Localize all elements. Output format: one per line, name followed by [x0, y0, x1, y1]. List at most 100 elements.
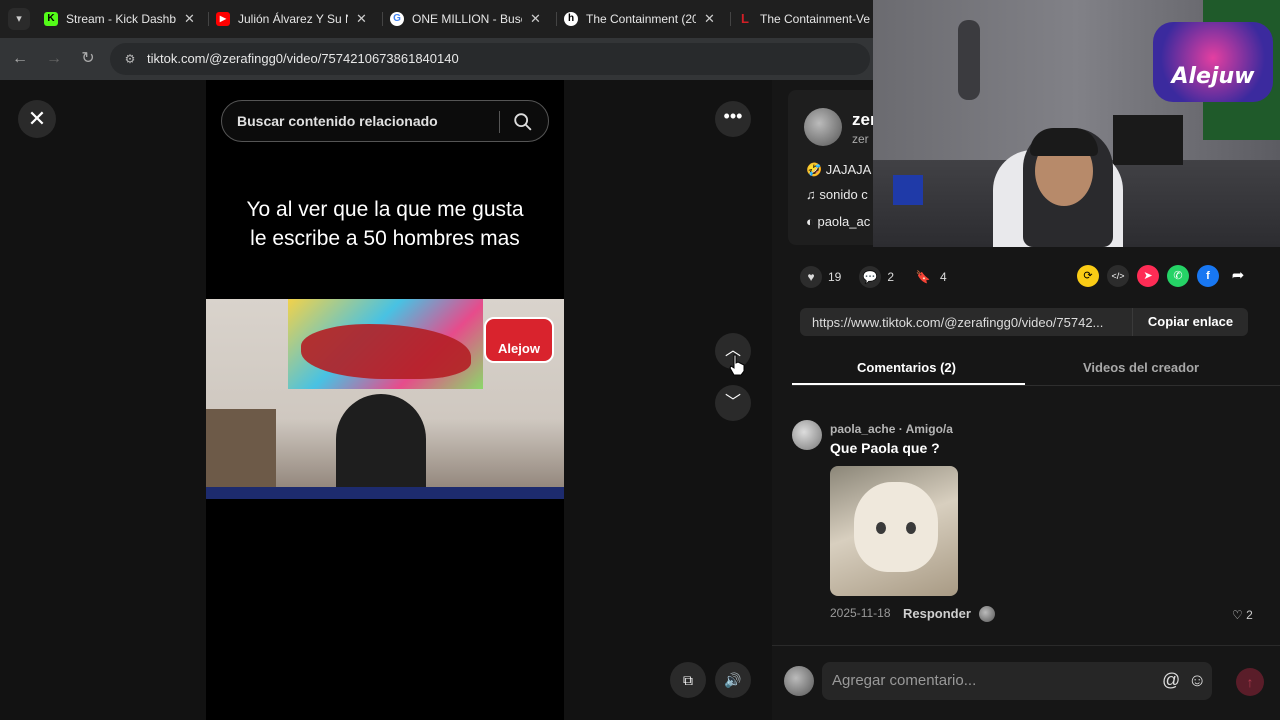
- floating-player-icon: ⧉: [683, 672, 693, 688]
- video-caption: Yo al ver que la que me gusta le escribe…: [206, 195, 564, 253]
- video-description: 🤣 JAJAJA: [806, 162, 872, 177]
- comment-icon: 💬: [859, 266, 882, 288]
- tab-title: Stream - Kick Dashbo: [66, 12, 176, 26]
- save-button[interactable]: 🔖 4: [912, 266, 947, 288]
- facebook-icon[interactable]: f: [1197, 265, 1219, 287]
- more-options-button[interactable]: •••: [715, 101, 751, 137]
- embedded-stream-clip: Alejow: [206, 299, 564, 499]
- webcam-overlay: Alejuw: [873, 0, 1280, 247]
- streamer-cap: [1030, 128, 1098, 156]
- like-button[interactable]: ♥ 19: [800, 266, 841, 288]
- tab-title: Julión Álvarez Y Su N: [238, 12, 348, 26]
- back-arrow-icon[interactable]: ←: [11, 50, 29, 68]
- active-tab-indicator: [792, 383, 1025, 385]
- heart-outline-icon: ♡: [1232, 608, 1247, 622]
- tab-google[interactable]: G ONE MILLION - Busca ✕: [390, 4, 550, 34]
- cat-face: [854, 482, 938, 572]
- video-player[interactable]: Buscar contenido relacionado Yo al ver q…: [206, 80, 564, 720]
- tab-title: The Containment (20: [586, 12, 696, 26]
- comment-like-count: 2: [1246, 608, 1253, 622]
- mention-icon[interactable]: @: [1162, 670, 1180, 691]
- caption-line: le escribe a 50 hombres mas: [250, 227, 520, 250]
- search-placeholder: Buscar contenido relacionado: [237, 113, 438, 129]
- tab-youtube[interactable]: ▶ Julión Álvarez Y Su N ✕: [216, 4, 376, 34]
- panel-tabs: Comentarios (2) Videos del creador: [792, 350, 1280, 386]
- comment-sticker-image[interactable]: [830, 466, 958, 596]
- like-count: 19: [828, 270, 842, 284]
- emoji-icon[interactable]: ☺: [1188, 670, 1206, 691]
- blue-box: [893, 175, 923, 205]
- whatsapp-icon[interactable]: ✆: [1167, 265, 1189, 287]
- commenter-name[interactable]: paola_ache · Amigo/a: [830, 422, 953, 436]
- tab-title: The Containment-Ve: [760, 12, 870, 26]
- commenter-avatar[interactable]: [792, 420, 822, 450]
- url-field[interactable]: ⚙ tiktok.com/@zerafingg0/video/757421067…: [110, 43, 870, 75]
- reload-icon[interactable]: ↻: [79, 50, 97, 68]
- close-tab-icon[interactable]: ✕: [530, 11, 541, 27]
- logo-text: Alejow: [498, 341, 540, 356]
- tab-containment-2[interactable]: L The Containment-Ve: [738, 4, 872, 34]
- close-tab-icon[interactable]: ✕: [356, 11, 367, 27]
- google-favicon-icon: G: [390, 12, 404, 26]
- l-favicon-icon: L: [741, 11, 749, 26]
- related-search-input[interactable]: Buscar contenido relacionado: [221, 100, 549, 142]
- shelf: [206, 409, 276, 499]
- author-avatar[interactable]: [804, 108, 842, 146]
- tab-kick[interactable]: K Stream - Kick Dashbo ✕: [44, 4, 204, 34]
- comment-like-button[interactable]: ♡ 2: [1232, 608, 1253, 622]
- stream-ticker: [206, 487, 564, 499]
- heart-icon: ♥: [800, 266, 822, 288]
- tab-containment-1[interactable]: h The Containment (20 ✕: [564, 4, 724, 34]
- user-avatar: [784, 666, 814, 696]
- comment-placeholder: Agregar comentario...: [832, 672, 977, 689]
- comment-button[interactable]: 💬 2: [859, 266, 894, 288]
- action-bar: ♥ 19 💬 2 🔖 4: [800, 265, 965, 289]
- caption-line: Yo al ver que la que me gusta: [246, 198, 524, 221]
- post-comment-button[interactable]: ↑: [1236, 668, 1264, 696]
- chevron-down-icon: ﹀: [724, 394, 741, 411]
- arrow-up-icon: ↑: [1246, 674, 1254, 690]
- tab-comments[interactable]: Comentarios (2): [857, 360, 956, 375]
- comment-input[interactable]: Agregar comentario... @ ☺: [822, 662, 1212, 700]
- volume-icon: 🔊: [724, 672, 742, 688]
- more-dots-icon: •••: [723, 106, 743, 126]
- author-username: zer: [852, 132, 869, 146]
- forward-arrow-icon[interactable]: →: [45, 50, 63, 68]
- comment-text: Que Paola que ?: [830, 440, 940, 456]
- close-tab-icon[interactable]: ✕: [184, 11, 195, 27]
- volume-button[interactable]: 🔊: [715, 662, 751, 698]
- save-count: 4: [940, 270, 947, 284]
- youtube-favicon-icon: ▶: [216, 12, 230, 26]
- close-tab-icon[interactable]: ✕: [704, 11, 715, 27]
- close-icon: ✕: [27, 106, 47, 131]
- punching-bag: [958, 20, 980, 100]
- close-video-button[interactable]: ✕: [18, 100, 56, 138]
- hand-cursor-icon: [729, 354, 745, 376]
- creator-liked-avatar: [979, 606, 995, 622]
- pip-button[interactable]: ⧉: [670, 662, 706, 698]
- h-favicon-icon: h: [564, 12, 578, 26]
- send-icon[interactable]: ➤: [1137, 265, 1159, 287]
- streamer-figure: [336, 394, 426, 499]
- url-text: tiktok.com/@zerafingg0/video/75742106738…: [147, 51, 459, 66]
- embed-code-icon[interactable]: </>: [1107, 265, 1129, 287]
- comment-count: 2: [887, 270, 895, 284]
- reply-button[interactable]: Responder: [903, 606, 971, 621]
- bookmark-icon: 🔖: [915, 270, 931, 284]
- search-icon[interactable]: [512, 111, 534, 133]
- tab-title: ONE MILLION - Busca: [412, 12, 522, 26]
- site-settings-icon[interactable]: ⚙: [122, 51, 138, 67]
- next-video-button[interactable]: ﹀: [715, 385, 751, 421]
- tab-creator-videos[interactable]: Videos del creador: [1083, 360, 1199, 375]
- tab-search-icon[interactable]: ▾: [8, 8, 30, 30]
- mentioned-user[interactable]: ◐ paola_ac: [806, 214, 870, 229]
- alejow-logo: Alejow: [484, 317, 554, 363]
- video-link-text[interactable]: https://www.tiktok.com/@zerafingg0/video…: [812, 315, 1130, 330]
- repost-icon[interactable]: ⟳: [1077, 265, 1099, 287]
- copy-link-button[interactable]: Copiar enlace: [1132, 308, 1248, 336]
- share-arrow-icon[interactable]: ➦: [1227, 265, 1249, 287]
- kick-favicon-icon: K: [44, 12, 58, 26]
- comment-composer: Agregar comentario... @ ☺ ↑: [772, 645, 1280, 720]
- video-link-row: https://www.tiktok.com/@zerafingg0/video…: [800, 308, 1248, 336]
- sound-link[interactable]: ♫ sonido c: [806, 187, 868, 202]
